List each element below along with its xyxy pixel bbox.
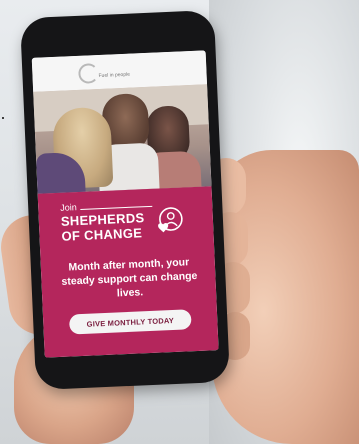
- phone-screen: Fuel in people Join SHEPHERDS OF CHANGE …: [31, 50, 219, 358]
- join-label: Join: [60, 202, 77, 213]
- logo-icon: [78, 63, 99, 84]
- give-monthly-button[interactable]: GIVE MONTHLY TODAY: [68, 309, 192, 335]
- heart-person-icon: [158, 207, 183, 233]
- hero-photo: [33, 84, 212, 194]
- background-paper-mark: ·: [0, 107, 6, 127]
- tagline: Month after month, your steady support c…: [61, 256, 198, 300]
- smartphone: Fuel in people Join SHEPHERDS OF CHANGE …: [19, 9, 231, 391]
- logo-text: Fuel in people: [98, 71, 131, 80]
- promo-panel: Join SHEPHERDS OF CHANGE Month after mon…: [37, 186, 219, 358]
- brand-title-line2: OF CHANGE: [61, 225, 143, 244]
